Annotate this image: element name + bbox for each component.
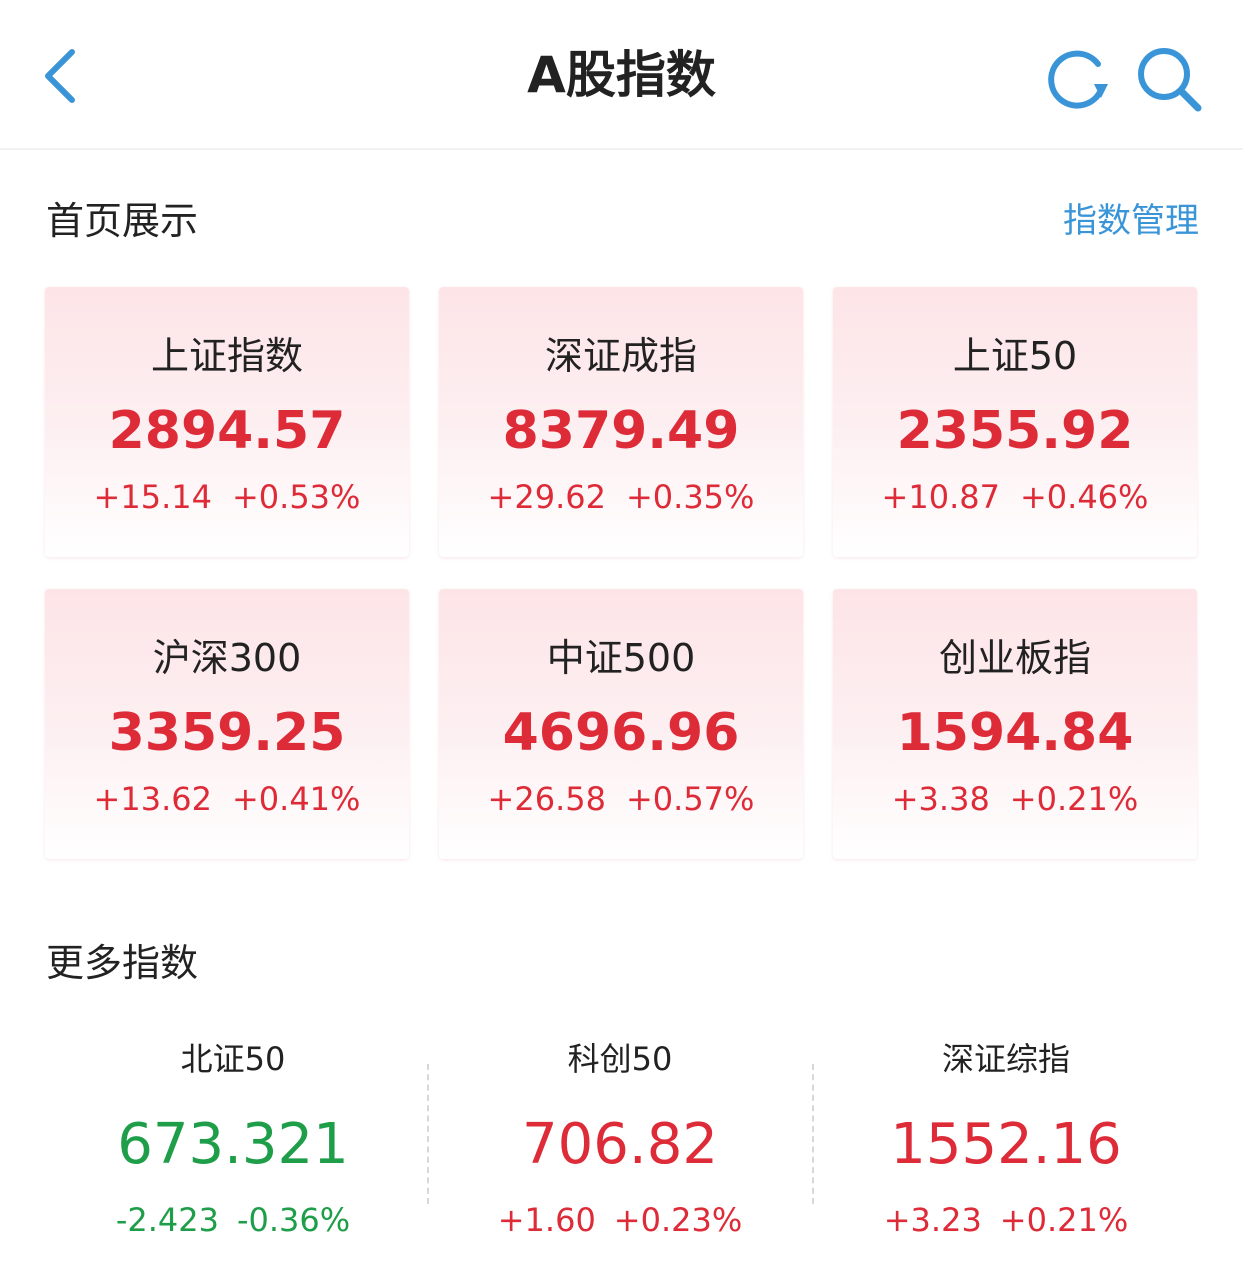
index-name: 沪深300 — [152, 636, 302, 680]
index-name: 北证50 — [180, 1040, 286, 1078]
index-value: 3359.25 — [108, 703, 346, 763]
search-button[interactable] — [1130, 40, 1208, 118]
index-change: +10.87 — [881, 478, 1000, 516]
index-name: 中证500 — [546, 636, 696, 680]
refresh-button[interactable] — [1038, 40, 1116, 118]
index-change-row: +15.14 +0.53% — [45, 477, 409, 517]
page: A股指数 首页展示 指数管理 上证指数 2894.57 +15.14 +0.53%… — [0, 0, 1243, 1280]
index-value: 706.82 — [522, 1112, 718, 1177]
index-name: 科创50 — [567, 1040, 673, 1078]
index-value: 2355.92 — [896, 401, 1134, 461]
index-change: +3.23 — [883, 1201, 982, 1239]
featured-section-title: 首页展示 — [46, 199, 199, 243]
index-value: 2894.57 — [108, 401, 346, 461]
index-change: +13.62 — [93, 780, 212, 818]
index-percent: -0.36% — [236, 1201, 351, 1239]
more-index-item[interactable]: 北证50 673.321 -2.423 -0.36% — [40, 1030, 426, 1250]
index-change-row: +3.23 +0.21% — [813, 1200, 1199, 1240]
index-name: 创业板指 — [938, 636, 1091, 680]
search-icon — [1138, 48, 1202, 112]
index-card[interactable]: 中证500 4696.96 +26.58 +0.57% — [439, 589, 803, 859]
refresh-icon — [1048, 50, 1108, 109]
index-name: 上证指数 — [150, 334, 303, 378]
more-index-item[interactable]: 深证综指 1552.16 +3.23 +0.21% — [813, 1030, 1199, 1250]
index-name: 上证50 — [952, 334, 1078, 378]
more-index-row: 北证50 673.321 -2.423 -0.36% 科创50 706.82 +1… — [40, 1030, 1200, 1250]
index-card[interactable]: 深证成指 8379.49 +29.62 +0.35% — [439, 287, 803, 557]
index-percent: +0.35% — [625, 478, 755, 516]
index-percent: +0.46% — [1019, 478, 1149, 516]
index-change-row: -2.423 -0.36% — [40, 1200, 426, 1240]
index-percent: +0.23% — [613, 1201, 743, 1239]
index-manage-link[interactable]: 指数管理 — [1063, 196, 1199, 246]
index-value: 673.321 — [117, 1112, 349, 1177]
index-name: 深证综指 — [941, 1040, 1070, 1078]
index-card[interactable]: 上证50 2355.92 +10.87 +0.46% — [833, 287, 1197, 557]
index-change-row: +26.58 +0.57% — [439, 779, 803, 819]
index-percent: +0.57% — [625, 780, 755, 818]
featured-index-grid: 上证指数 2894.57 +15.14 +0.53% 深证成指 8379.49 +… — [45, 287, 1197, 862]
index-change-row: +3.38 +0.21% — [833, 779, 1197, 819]
index-percent: +0.21% — [1009, 780, 1139, 818]
more-section-title: 更多指数 — [46, 941, 199, 985]
nav-bar: A股指数 — [0, 0, 1243, 150]
index-value: 4696.96 — [502, 703, 740, 763]
index-name: 深证成指 — [544, 334, 697, 378]
index-value: 1594.84 — [896, 703, 1134, 763]
index-card[interactable]: 创业板指 1594.84 +3.38 +0.21% — [833, 589, 1197, 859]
index-change: +15.14 — [93, 478, 212, 516]
index-percent: +0.53% — [231, 478, 361, 516]
index-change-row: +10.87 +0.46% — [833, 477, 1197, 517]
index-change: +1.60 — [497, 1201, 596, 1239]
index-value: 1552.16 — [890, 1112, 1122, 1177]
index-card[interactable]: 沪深300 3359.25 +13.62 +0.41% — [45, 589, 409, 859]
more-index-item[interactable]: 科创50 706.82 +1.60 +0.23% — [427, 1030, 813, 1250]
index-change-row: +29.62 +0.35% — [439, 477, 803, 517]
index-change-row: +1.60 +0.23% — [427, 1200, 813, 1240]
index-change-row: +13.62 +0.41% — [45, 779, 409, 819]
index-change: +3.38 — [891, 780, 990, 818]
index-percent: +0.21% — [999, 1201, 1129, 1239]
index-change: -2.423 — [115, 1201, 219, 1239]
index-change: +26.58 — [487, 780, 606, 818]
index-card[interactable]: 上证指数 2894.57 +15.14 +0.53% — [45, 287, 409, 557]
index-value: 8379.49 — [502, 401, 740, 461]
index-percent: +0.41% — [231, 780, 361, 818]
index-change: +29.62 — [487, 478, 606, 516]
